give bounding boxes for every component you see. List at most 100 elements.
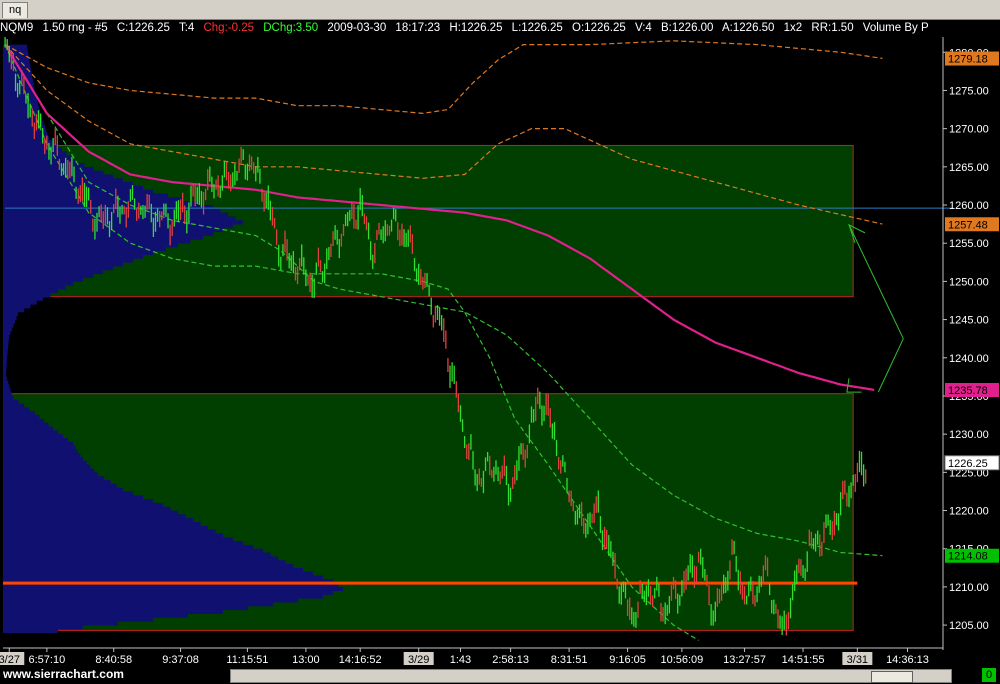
price-label-badge: 1214.08: [945, 548, 999, 563]
volume-profile-bar: [3, 185, 143, 191]
volume-profile-bar: [3, 258, 133, 263]
volume-profile-bar: [3, 98, 37, 103]
chart-header: NQM9 1.50 rng - #5 C:1226.25 T:4 Chg:-0.…: [0, 19, 944, 37]
volume-profile-bar: [3, 575, 323, 580]
y-tick-label: 1260.00: [949, 200, 989, 212]
volume-profile-bar: [3, 560, 286, 565]
volume-profile-bar: [3, 598, 298, 603]
x-tick-label: 1:43: [450, 654, 471, 666]
volume-profile-bar: [3, 625, 83, 630]
x-tick-label: 6:57:10: [29, 654, 66, 666]
y-tick-label: 1220.00: [949, 506, 989, 518]
volume-profile-bar: [3, 418, 44, 423]
volume-profile-bar: [3, 224, 233, 229]
volume-profile-bar: [3, 90, 35, 95]
chart-scrollbar[interactable]: [230, 669, 952, 683]
x-tick-label: 14:36:13: [886, 654, 929, 666]
volume-profile-bar: [3, 445, 76, 450]
volume-profile-bar: [3, 94, 36, 99]
volume-profile-bar: [3, 552, 271, 557]
time-label: 18:17:23: [395, 22, 441, 34]
volume-profile-bar: [3, 361, 7, 366]
volume-profile-bar: [3, 292, 51, 297]
y-tick-label: 1230.00: [949, 429, 989, 441]
tab-nq[interactable]: nq: [2, 2, 29, 18]
volume-profile-bar: [3, 384, 10, 389]
volume-profile-bar: [3, 311, 18, 317]
scrollbar-thumb[interactable]: [871, 671, 913, 683]
volume-profile-bar: [3, 216, 236, 221]
volume-profile-bar: [3, 441, 73, 446]
volume-profile-bar: [3, 334, 9, 339]
volume-profile-bar: [3, 392, 12, 397]
x-tick-label: 11:15:51: [226, 654, 268, 666]
volume-profile-bar: [3, 621, 118, 626]
volume-profile-bar: [3, 556, 278, 561]
volume-profile-bar: [3, 174, 113, 179]
volume-profile-bar: [3, 315, 17, 320]
study-label: Volume By P: [862, 22, 929, 34]
volume-profile-bar: [3, 300, 37, 305]
volume-profile-bar: [3, 342, 9, 347]
daily-change-label: DChg:3.50: [263, 22, 319, 34]
volume-profile-bar: [3, 422, 49, 427]
y-tick-label: 1240.00: [949, 353, 989, 365]
volume-profile-bar: [3, 373, 6, 378]
date-label: 2009-03-30: [327, 22, 387, 34]
volume-profile-bar: [3, 388, 11, 393]
volume-profile-bar: [3, 525, 208, 530]
price-label-text: 1214.08: [948, 551, 988, 563]
x-tick-label: 14:51:55: [782, 654, 825, 666]
y-tick-label: 1210.00: [949, 582, 989, 594]
open-label: O:1226.25: [572, 22, 626, 34]
volume-profile-bar: [3, 457, 83, 462]
volume-profile-bar: [3, 472, 98, 477]
price-label-text: 1279.18: [948, 54, 988, 66]
change-label: Chg:-0.25: [203, 22, 254, 34]
volume-profile-bar: [3, 52, 29, 57]
volume-profile-bar: [3, 613, 188, 618]
price-chart[interactable]: 1280.001275.001270.001265.001260.001255.…: [0, 37, 1000, 666]
volume-profile-bar: [3, 407, 30, 412]
volume-profile-bar: [3, 338, 9, 343]
volume-profile-bar: [3, 197, 183, 202]
price-label-text: 1235.78: [948, 385, 988, 397]
price-label-badge: 1226.25: [944, 455, 1000, 471]
volume-profile-bar: [3, 411, 35, 416]
close-label: C:1226.25: [116, 22, 170, 34]
ticks-label: T:4: [178, 22, 195, 34]
y-tick-label: 1205.00: [949, 620, 989, 632]
x-tick-label: 8:31:51: [551, 654, 588, 666]
volume-profile-bar: [3, 499, 153, 504]
price-label-badge: 1235.78: [945, 383, 999, 398]
price-label-text: 1257.48: [948, 219, 988, 231]
volume-profile-bar: [3, 170, 104, 175]
x-tick-label: 3/27: [0, 654, 20, 666]
volume-profile-bar: [3, 506, 171, 511]
volume-profile-bar: [3, 250, 153, 255]
volume-profile-bar: [3, 495, 143, 500]
sierrachart-url[interactable]: www.sierrachart.com: [3, 667, 124, 681]
volume-profile-bar: [3, 548, 263, 553]
x-tick-label: 8:40:58: [95, 654, 132, 666]
volume-profile-bar: [3, 491, 133, 496]
y-tick-label: 1275.00: [949, 85, 989, 97]
volume-profile-bar: [3, 476, 105, 481]
volume-profile-bar: [3, 132, 48, 137]
volume-profile-bar: [3, 346, 8, 351]
volume-profile-bar: [3, 449, 78, 454]
volume-profile-bar: [3, 281, 73, 286]
volume-profile-bar: [3, 430, 58, 435]
bid-label: B:1226.00: [661, 22, 714, 34]
price-label-badge: 1257.48: [945, 217, 999, 232]
volume-profile-bar: [3, 464, 91, 469]
volume-profile-bar: [3, 86, 35, 91]
volume-profile-bar: [3, 369, 7, 374]
volume-profile-bar: [3, 563, 293, 569]
volume-profile-bar: [3, 529, 216, 534]
volume-profile-bar: [3, 296, 43, 301]
volume-profile-bar: [3, 319, 15, 324]
tab-bar: nq: [0, 0, 1000, 20]
volume-profile-bar: [3, 468, 95, 473]
volume-profile-bar: [3, 235, 203, 240]
